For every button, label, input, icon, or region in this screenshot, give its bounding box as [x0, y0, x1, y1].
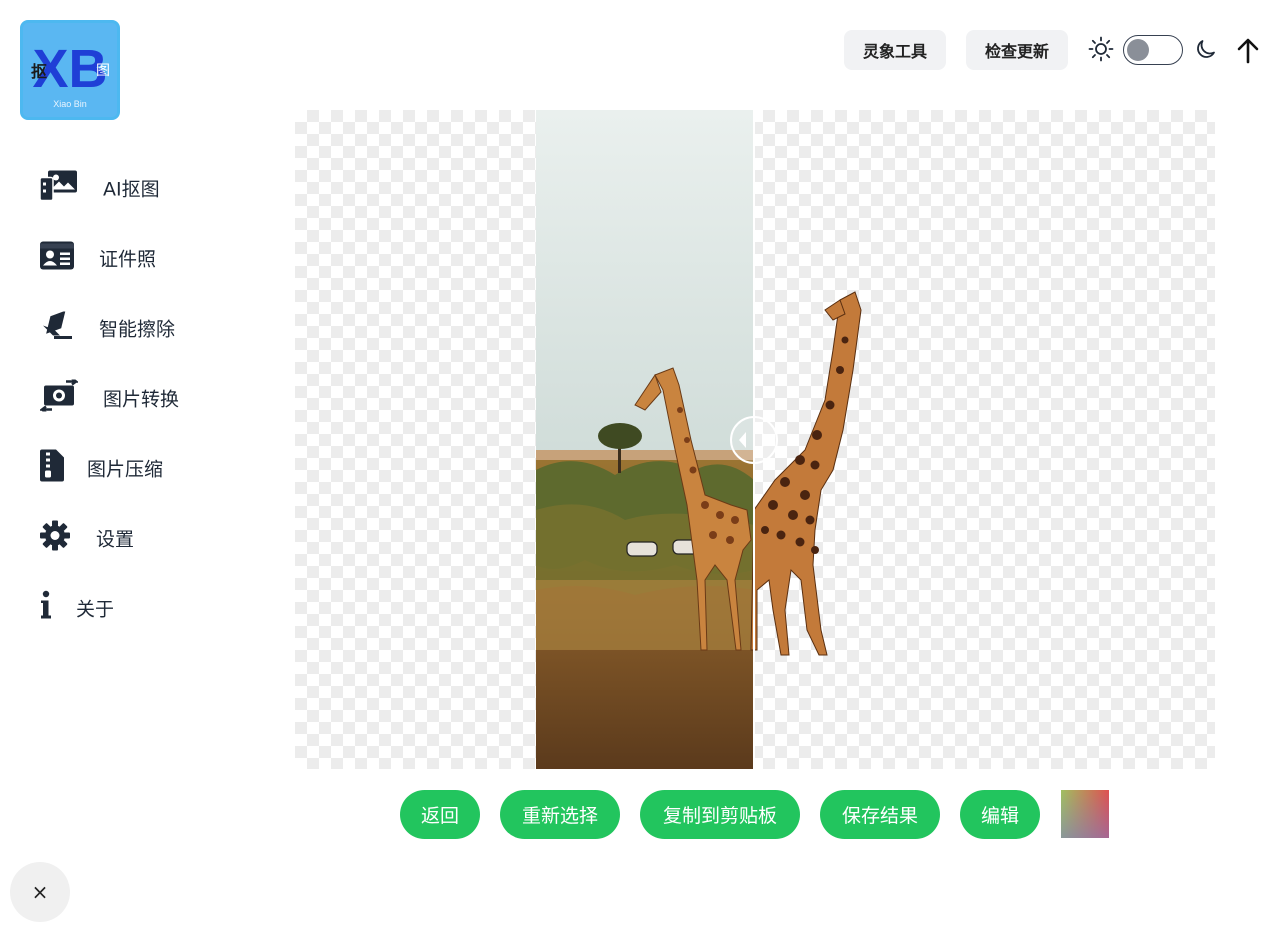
sidebar-item-label: 关于 — [76, 598, 115, 621]
copy-to-clipboard-button[interactable]: 复制到剪贴板 — [640, 790, 800, 839]
sidebar-item-settings[interactable]: 设置 — [0, 508, 260, 568]
id-card-icon — [40, 241, 74, 275]
compare-slider-handle — [730, 416, 778, 464]
theme-toggle[interactable] — [1123, 35, 1183, 65]
original-photo — [536, 110, 754, 769]
arrow-up-icon[interactable] — [1235, 37, 1261, 65]
save-result-button[interactable]: 保存结果 — [820, 790, 940, 839]
close-button[interactable]: × — [10, 862, 70, 922]
toggle-knob — [1127, 39, 1149, 61]
zip-file-icon — [40, 449, 64, 487]
info-icon — [40, 590, 52, 626]
svg-text:图: 图 — [96, 63, 110, 79]
image-convert-icon — [38, 377, 80, 417]
cutout-giraffe — [750, 291, 862, 656]
action-bar: 返回 重新选择 复制到剪贴板 保存结果 编辑 — [0, 790, 1286, 840]
sidebar-item-image-convert[interactable]: 图片转换 — [0, 368, 260, 428]
sidebar-item-label: 图片压缩 — [87, 458, 164, 481]
back-button[interactable]: 返回 — [400, 790, 480, 839]
sidebar-item-label: 图片转换 — [103, 388, 180, 411]
background-color-picker[interactable] — [1061, 790, 1109, 838]
sidebar-item-smart-erase[interactable]: 智能擦除 — [0, 298, 260, 358]
sun-icon — [1088, 36, 1114, 62]
sidebar-item-label: AI抠图 — [103, 178, 160, 201]
sidebar-item-label: 证件照 — [99, 248, 157, 271]
sidebar-item-id-photo[interactable]: 证件照 — [0, 228, 260, 288]
sidebar-item-ai-cutout[interactable]: AI抠图 — [0, 158, 260, 218]
sidebar-item-about[interactable]: 关于 — [0, 578, 260, 638]
edit-button[interactable]: 编辑 — [960, 790, 1040, 839]
check-update-button[interactable]: 检查更新 — [966, 30, 1068, 70]
svg-text:Xiao Bin: Xiao Bin — [53, 99, 87, 109]
app-logo: XB 抠 图 Xiao Bin — [20, 20, 120, 120]
eraser-icon — [40, 310, 74, 345]
sidebar-item-label: 设置 — [96, 528, 135, 551]
svg-text:抠: 抠 — [31, 62, 47, 81]
image-compare-canvas[interactable] — [295, 110, 1215, 769]
image-cutout-icon — [39, 170, 78, 207]
sidebar-item-label: 智能擦除 — [99, 318, 176, 341]
gear-icon — [40, 520, 70, 556]
sidebar-item-image-compress[interactable]: 图片压缩 — [0, 438, 260, 498]
lingxiang-tools-button[interactable]: 灵象工具 — [844, 30, 946, 70]
moon-icon — [1194, 37, 1218, 61]
reselect-button[interactable]: 重新选择 — [500, 790, 620, 839]
